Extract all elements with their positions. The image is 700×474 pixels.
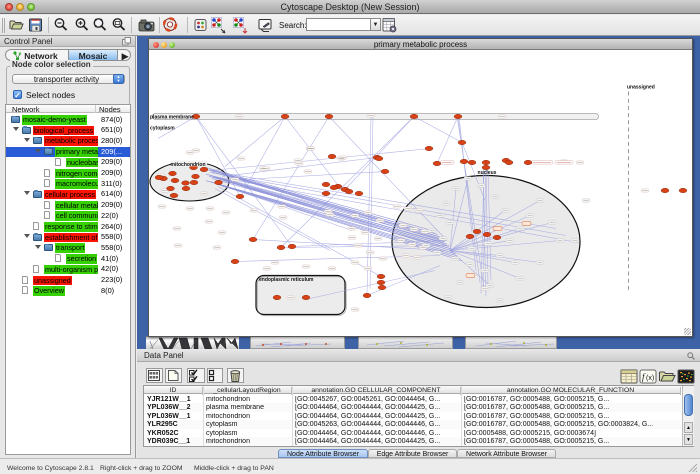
svg-text:plasma membrane: plasma membrane xyxy=(150,115,194,121)
svg-text:endoplasmic reticulum: endoplasmic reticulum xyxy=(259,277,314,283)
svg-text:(x): (x) xyxy=(646,375,654,382)
svg-text:nucleus: nucleus xyxy=(478,170,497,176)
svg-text:mitochondrion: mitochondrion xyxy=(171,162,206,168)
svg-text:cytoplasm: cytoplasm xyxy=(150,126,175,132)
svg-text:unassigned: unassigned xyxy=(627,85,655,91)
